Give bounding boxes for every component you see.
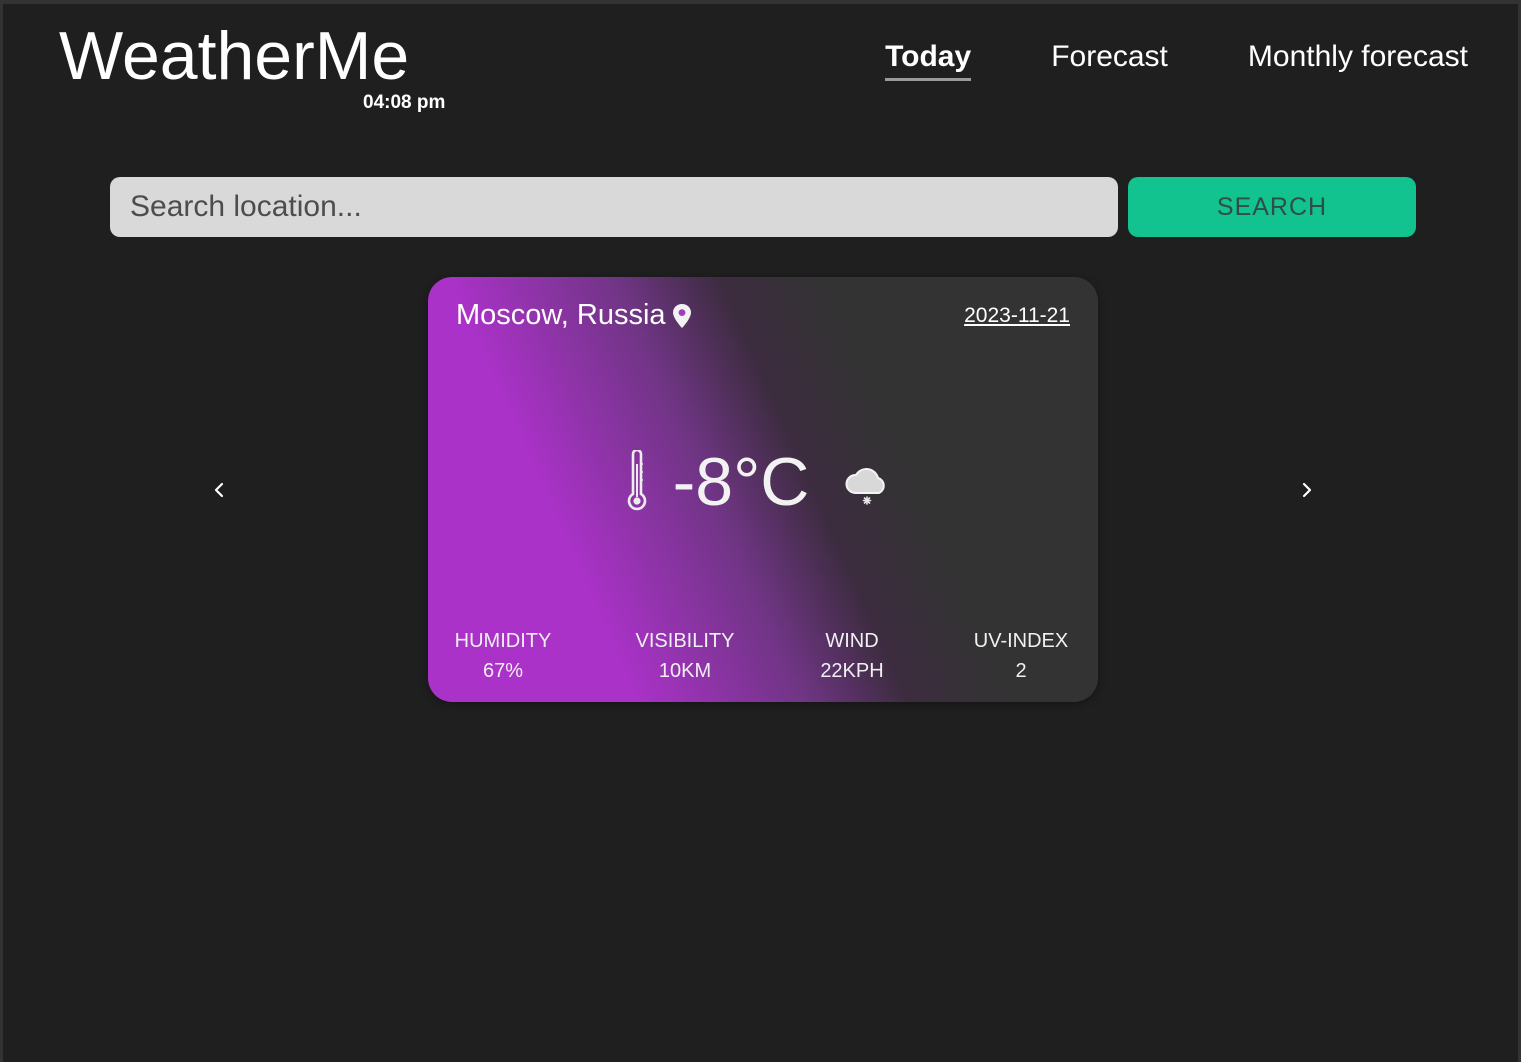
thermometer-icon (627, 450, 647, 514)
nav-forecast[interactable]: Forecast (1051, 40, 1168, 78)
stat-value: 67% (482, 660, 524, 682)
search-button[interactable]: SEARCH (1128, 177, 1416, 237)
temperature-value: -8°C (672, 444, 810, 520)
location: Moscow, Russia (456, 299, 692, 332)
weather-card: Moscow, Russia 2023-11-21 -8°C HUMIDITY … (428, 277, 1098, 702)
brand: WeatherMe 04:08 pm (59, 18, 459, 113)
app-title: WeatherMe (59, 18, 410, 94)
stat-uv-index: UV-INDEX 2 (974, 629, 1068, 683)
chevron-left-icon (214, 482, 224, 498)
stat-value: 2 (1015, 660, 1027, 682)
next-button[interactable] (1293, 476, 1321, 504)
nav-today[interactable]: Today (885, 40, 972, 81)
search-input[interactable] (110, 177, 1118, 237)
stat-label: HUMIDITY (454, 630, 552, 652)
temperature-row: -8°C (428, 447, 1098, 517)
date-link[interactable]: 2023-11-21 (964, 304, 1070, 328)
stat-value: 10KM (658, 660, 712, 682)
stat-label: VISIBILITY (635, 630, 735, 652)
stat-label: WIND (825, 630, 879, 652)
map-pin-icon (672, 303, 692, 329)
snow-cloud-icon (843, 463, 891, 507)
stat-value: 22KPH (820, 660, 884, 682)
location-label: Moscow, Russia (456, 299, 666, 331)
stat-visibility: VISIBILITY 10KM (636, 629, 735, 683)
chevron-right-icon (1302, 482, 1312, 498)
stat-wind: WIND 22KPH (820, 629, 883, 683)
stat-label: UV-INDEX (973, 630, 1069, 652)
current-time: 04:08 pm (363, 92, 446, 113)
previous-button[interactable] (205, 476, 233, 504)
stat-humidity: HUMIDITY 67% (455, 629, 552, 683)
nav-monthly-forecast[interactable]: Monthly forecast (1248, 40, 1468, 78)
main-nav: Today Forecast Monthly forecast (885, 40, 1468, 81)
